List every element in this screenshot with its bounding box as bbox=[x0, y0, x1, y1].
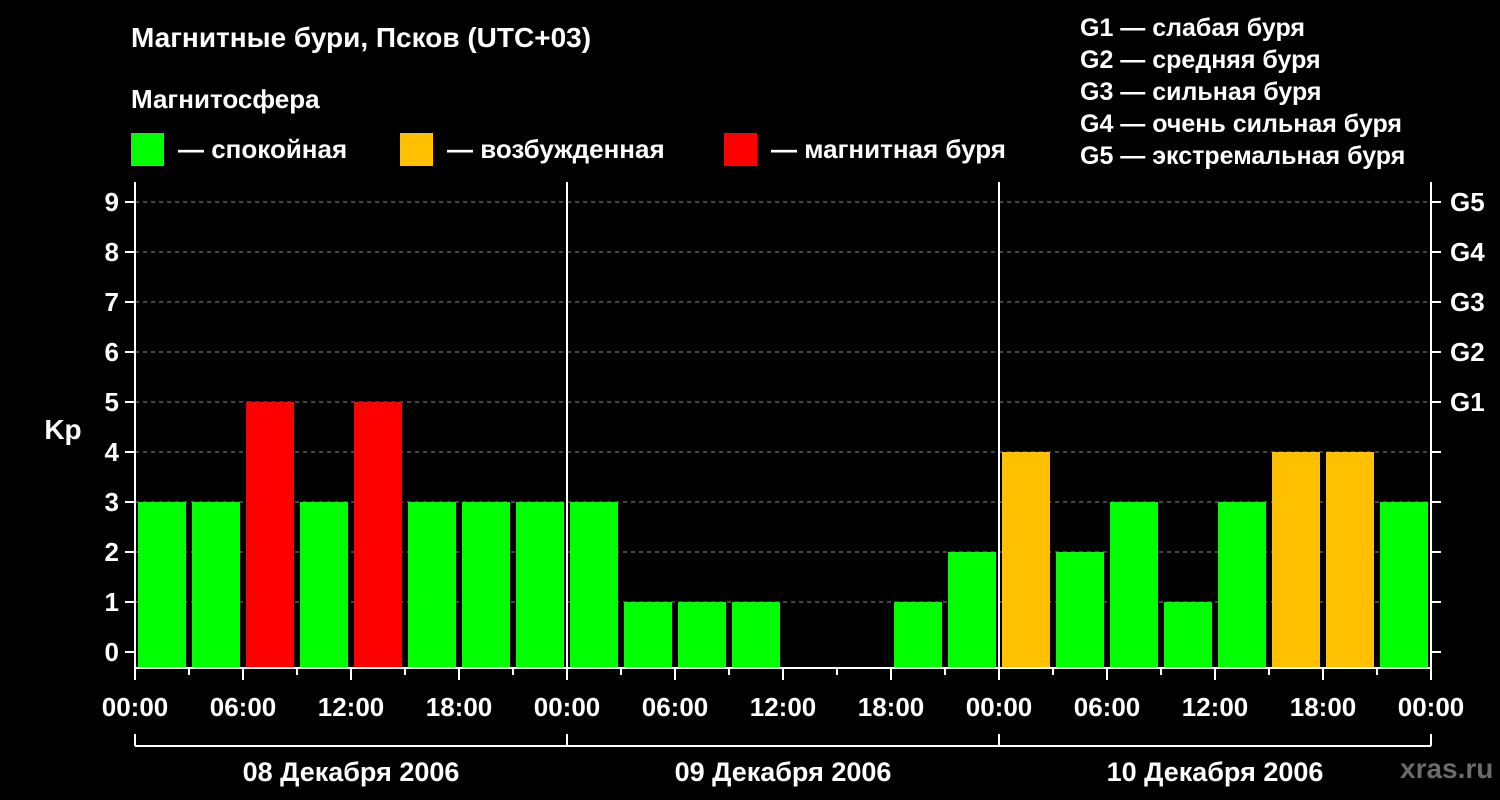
x-tick-label: 00:00 bbox=[966, 692, 1033, 722]
magnetic-storm-forecast: Магнитные бури, Псков (UTC+03) Магнитосф… bbox=[0, 0, 1500, 800]
bar bbox=[1110, 502, 1158, 668]
day-label: 09 Декабря 2006 bbox=[675, 757, 892, 787]
day-label: 10 Декабря 2006 bbox=[1107, 757, 1324, 787]
bar bbox=[894, 602, 942, 668]
bar bbox=[408, 502, 456, 668]
bar bbox=[948, 552, 996, 668]
x-tick-label: 00:00 bbox=[102, 692, 169, 722]
day-label: 08 Декабря 2006 bbox=[243, 757, 460, 787]
right-axis-label: G5 bbox=[1450, 187, 1485, 217]
bar bbox=[1380, 502, 1428, 668]
x-tick-label: 18:00 bbox=[426, 692, 493, 722]
x-tick-label: 00:00 bbox=[534, 692, 601, 722]
bar bbox=[300, 502, 348, 668]
y-tick-label: 0 bbox=[105, 637, 119, 667]
y-tick-label: 4 bbox=[105, 437, 120, 467]
bar bbox=[570, 502, 618, 668]
bar bbox=[1002, 452, 1050, 668]
kp-bar-chart: 0 1 2 3 4 5 6 7 8 9 Kp G1 G2 G3 G4 G5 00:00 06:00 12:00 18:… bbox=[44, 182, 1485, 787]
bar bbox=[1326, 452, 1374, 668]
y-tick-label: 3 bbox=[105, 487, 119, 517]
x-tick-label: 12:00 bbox=[750, 692, 817, 722]
bar bbox=[1164, 602, 1212, 668]
bar bbox=[678, 602, 726, 668]
x-tick-label: 18:00 bbox=[1290, 692, 1357, 722]
x-tick-label: 06:00 bbox=[1074, 692, 1141, 722]
bar bbox=[1218, 502, 1266, 668]
y-tick-label: 5 bbox=[105, 387, 119, 417]
y-tick-label: 7 bbox=[105, 287, 119, 317]
bar bbox=[1272, 452, 1320, 668]
bar bbox=[732, 602, 780, 668]
bar bbox=[462, 502, 510, 668]
x-tick-label: 12:00 bbox=[1182, 692, 1249, 722]
x-tick-label: 06:00 bbox=[210, 692, 277, 722]
y-tick-label: 8 bbox=[105, 237, 119, 267]
y-tick-label: 6 bbox=[105, 337, 119, 367]
right-axis-label: G2 bbox=[1450, 337, 1485, 367]
bar bbox=[516, 502, 564, 668]
watermark: xras.ru bbox=[1400, 753, 1494, 784]
bar bbox=[246, 402, 294, 668]
bar bbox=[1056, 552, 1104, 668]
y-tick-label: 9 bbox=[105, 187, 119, 217]
y-tick-label: 1 bbox=[105, 587, 119, 617]
right-axis-label: G3 bbox=[1450, 287, 1485, 317]
right-axis-label: G4 bbox=[1450, 237, 1485, 267]
y-tick-label: 2 bbox=[105, 537, 119, 567]
right-axis-label: G1 bbox=[1450, 387, 1485, 417]
bar bbox=[624, 602, 672, 668]
bar bbox=[138, 502, 186, 668]
x-tick-label: 12:00 bbox=[318, 692, 385, 722]
x-tick-label: 00:00 bbox=[1398, 692, 1465, 722]
x-tick-label: 18:00 bbox=[858, 692, 925, 722]
bar bbox=[354, 402, 402, 668]
x-tick-label: 06:00 bbox=[642, 692, 709, 722]
bar bbox=[192, 502, 240, 668]
y-axis-label: Kp bbox=[44, 414, 81, 445]
